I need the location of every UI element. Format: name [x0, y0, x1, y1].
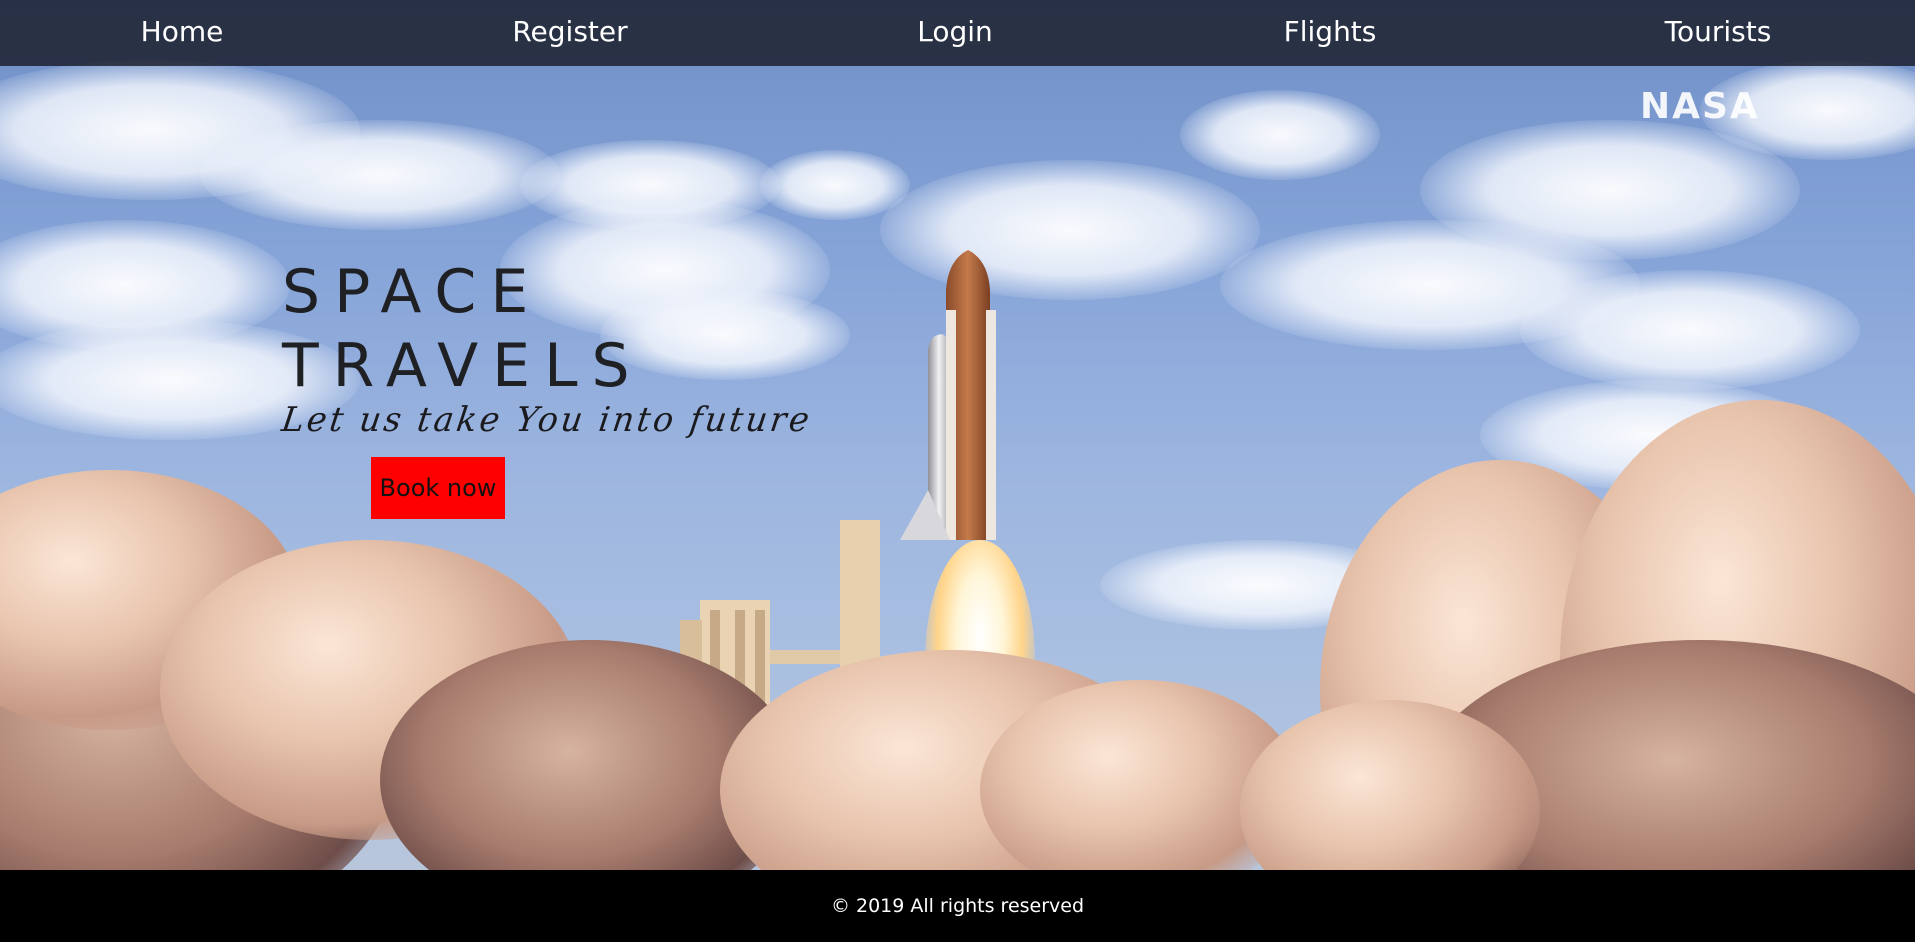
space-shuttle: [900, 250, 996, 540]
hero-title-line2: TRAVELS: [282, 331, 644, 401]
hero-title-line1: SPACE: [282, 257, 543, 327]
cloud: [200, 120, 560, 230]
hero-background: NASA SPACE TRAVELS Let us take You into …: [0, 0, 1915, 870]
copyright-text: © 2019 All rights reserved: [830, 895, 1085, 917]
nav-tourists-link[interactable]: Tourists: [1665, 14, 1772, 50]
cloud: [1180, 90, 1380, 180]
page-footer: © 2019 All rights reserved: [0, 870, 1915, 929]
book-now-button[interactable]: Book now: [371, 457, 505, 519]
top-navbar: Home Register Login Flights Tourists: [0, 0, 1915, 66]
hero-tagline: Let us take You into future: [279, 400, 815, 440]
nav-register-link[interactable]: Register: [512, 14, 627, 50]
nav-login-link[interactable]: Login: [917, 14, 993, 50]
cloud: [1520, 270, 1860, 390]
nav-flights-link[interactable]: Flights: [1284, 14, 1377, 50]
nav-home-link[interactable]: Home: [141, 14, 224, 50]
nasa-logo: NASA: [1640, 86, 1760, 127]
